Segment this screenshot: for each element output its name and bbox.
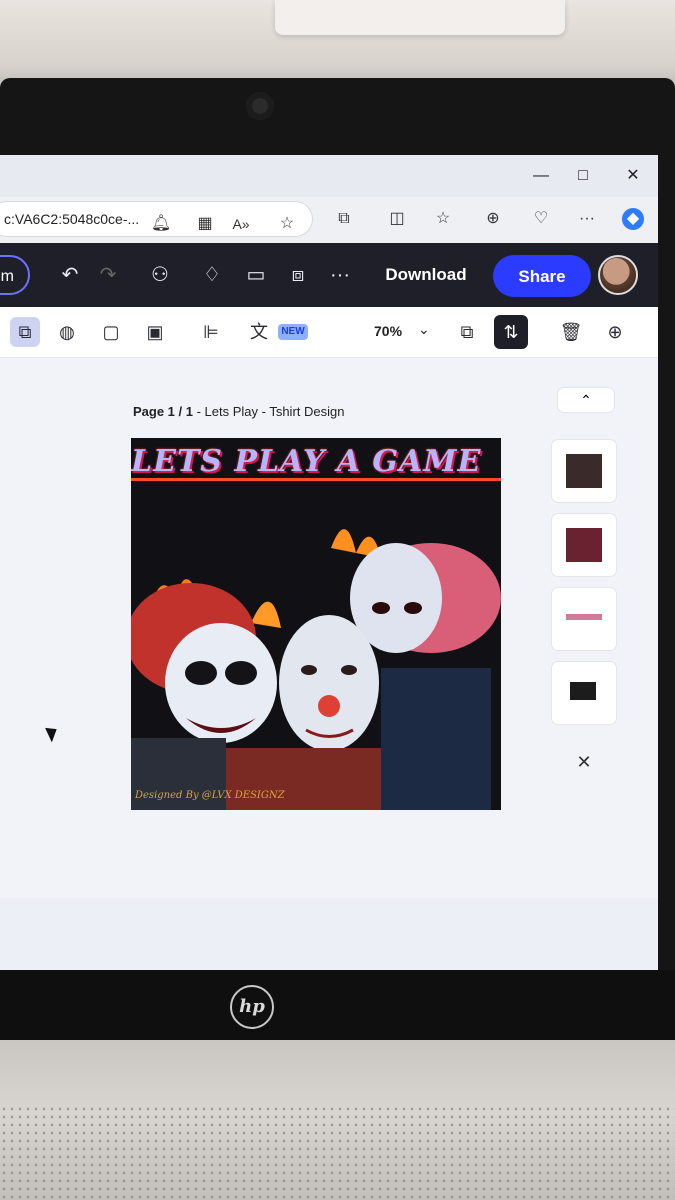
read-aloud-icon[interactable]: A» (230, 213, 252, 235)
browser-titlebar: — □ ✕ (0, 155, 658, 197)
chevron-up-icon[interactable]: ⌃ (558, 388, 614, 412)
thumbnail-image (566, 614, 602, 620)
page-thumbnails-panel: ⌃ ✕ (552, 388, 618, 788)
redo-icon[interactable]: ↷ (94, 261, 122, 289)
close-icon[interactable]: ✕ (570, 748, 598, 776)
speaker-grille (0, 1105, 675, 1200)
address-row: c:VA6C2:5048c0ce-... 🔔︎ ▦ A» ☆ ⧉ ◫ ☆ ⊕ ♡… (0, 197, 658, 243)
color-palette-icon[interactable]: ◍ (52, 317, 82, 347)
split-screen-icon[interactable]: ◫ (386, 208, 408, 230)
app-header: m ↶ ↷ ⚇ ♢ ▭ ⧈ ··· Download Share (0, 243, 658, 307)
extensions-icon[interactable]: ⧉ (333, 208, 355, 230)
add-collaborator-icon[interactable]: ⚇ (146, 261, 174, 289)
favorites-icon[interactable]: ☆ (432, 208, 454, 230)
url-text: c:VA6C2:5048c0ce-... (4, 211, 140, 227)
copilot-icon[interactable]: ◆ (622, 208, 644, 230)
translate-icon[interactable]: 文 (244, 317, 274, 347)
webcam (246, 92, 274, 120)
maximize-icon[interactable]: □ (570, 165, 596, 187)
border-icon[interactable]: ▣ (140, 317, 170, 347)
comment-icon[interactable]: ▭ (242, 261, 270, 289)
user-avatar[interactable] (598, 255, 638, 295)
address-bar[interactable]: c:VA6C2:5048c0ce-... 🔔︎ ▦ A» ☆ (0, 202, 312, 236)
zoom-level[interactable]: 70% (374, 323, 402, 339)
design-artboard[interactable]: LETS PLAY A GAME Designed By @LVX DESIGN… (131, 438, 501, 810)
thumbnail-1[interactable] (552, 440, 616, 502)
page-label: Page 1 / 1 - Lets Play - Tshirt Design (133, 404, 344, 419)
favorite-star-icon[interactable]: ☆ (276, 213, 298, 235)
new-badge: NEW (278, 324, 308, 340)
design-canvas: Page 1 / 1 - Lets Play - Tshirt Design L… (0, 358, 658, 898)
screen: — □ ✕ c:VA6C2:5048c0ce-... 🔔︎ ▦ A» ☆ ⧉ ◫… (0, 155, 658, 970)
more-menu-icon[interactable]: ··· (576, 208, 598, 230)
chevron-down-icon[interactable]: ⌄ (418, 321, 430, 338)
hp-logo: hp (230, 985, 274, 1029)
browser-essentials-icon[interactable]: ♡ (530, 208, 552, 230)
more-options-icon[interactable]: ··· (326, 261, 354, 289)
ideas-lightbulb-icon[interactable]: ♢ (198, 261, 226, 289)
thumbnail-4[interactable] (552, 662, 616, 724)
apps-icon[interactable]: ▦ (194, 213, 216, 235)
download-button[interactable]: Download (380, 262, 472, 288)
undo-icon[interactable]: ↶ (56, 261, 84, 289)
add-page-icon[interactable]: ⊕ (600, 317, 630, 347)
thumbnail-image (566, 528, 602, 562)
laptop-bottom-bezel (0, 970, 675, 1040)
desk-object (275, 0, 565, 35)
minimize-icon[interactable]: — (528, 165, 554, 187)
present-icon[interactable]: ⧈ (284, 261, 312, 289)
page-number: Page 1 / 1 (133, 404, 193, 419)
design-credit-text: Designed By @LVX DESIGNZ (135, 790, 285, 801)
layers-icon[interactable]: ⇅ (494, 315, 528, 349)
page-title: - Lets Play - Tshirt Design (192, 404, 345, 419)
share-button[interactable]: Share (493, 255, 591, 297)
thumbnail-image (566, 454, 602, 488)
notification-bell-icon[interactable]: 🔔︎ (150, 213, 172, 235)
fill-color-icon[interactable]: ▢ (96, 317, 126, 347)
duplicate-page-icon[interactable]: ⧉ (452, 317, 482, 347)
editor-toolbar: ⧉ ◍ ▢ ▣ ⊫ 文 NEW 70% ⌄ ⧉ ⇅ 🗑︎ ⊕ (0, 307, 658, 358)
thumbnail-2[interactable] (552, 514, 616, 576)
thumbnail-image (570, 682, 596, 700)
app-menu-pill[interactable]: m (0, 255, 30, 295)
close-window-icon[interactable]: ✕ (620, 165, 646, 187)
thumbnail-3[interactable] (552, 588, 616, 650)
collections-icon[interactable]: ⊕ (482, 208, 504, 230)
delete-icon[interactable]: 🗑︎ (556, 317, 586, 347)
clown-artwork (131, 529, 501, 810)
align-icon[interactable]: ⊫ (196, 317, 226, 347)
select-tool-icon[interactable]: ⧉ (10, 317, 40, 347)
